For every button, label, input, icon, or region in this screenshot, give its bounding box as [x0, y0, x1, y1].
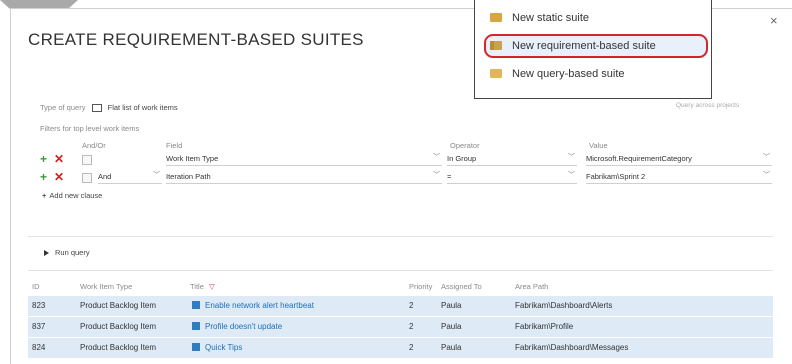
cell-type: Product Backlog Item: [80, 322, 157, 331]
value-value: Fabrikam\Sprint 2: [586, 172, 646, 181]
cell-title[interactable]: Profile doesn't update: [192, 322, 282, 331]
cell-title[interactable]: Enable network alert heartbeat: [192, 301, 314, 310]
dialog-title: CREATE REQUIREMENT-BASED SUITES: [28, 30, 364, 49]
add-clause-icon[interactable]: +: [40, 170, 47, 184]
backlog-item-icon: [192, 322, 200, 330]
backlog-item-icon: [192, 343, 200, 351]
field-value: Iteration Path: [166, 172, 211, 181]
menu-item-label: New static suite: [512, 12, 590, 24]
cell-id: 824: [32, 343, 46, 352]
col-header-assigned[interactable]: Assigned To: [441, 282, 482, 291]
menu-item-new-static-suite[interactable]: New static suite: [490, 7, 702, 29]
header-value: Value: [589, 141, 608, 150]
header-operator: Operator: [450, 141, 480, 150]
query-folder-icon: [490, 69, 502, 78]
plus-icon: +: [42, 191, 47, 200]
col-header-type[interactable]: Work Item Type: [80, 282, 132, 291]
header-and-or: And/Or: [82, 141, 106, 150]
remove-clause-icon[interactable]: ✕: [54, 170, 64, 184]
cell-assigned: Paula: [441, 301, 462, 310]
menu-item-new-requirement-based-suite[interactable]: New requirement-based suite: [490, 35, 702, 57]
query-type-value[interactable]: Flat list of work items: [108, 103, 178, 112]
cell-area: Fabrikam\Profile: [515, 322, 574, 331]
query-type-row: Type of query Flat list of work items: [40, 103, 178, 113]
add-clause-icon[interactable]: +: [40, 152, 47, 166]
folder-icon: [490, 13, 502, 22]
chevron-down-icon: ﹀: [433, 172, 440, 179]
cell-type: Product Backlog Item: [80, 301, 157, 310]
chevron-down-icon: ﹀: [568, 154, 575, 161]
cell-priority: 2: [409, 322, 414, 331]
cell-title-text: Enable network alert heartbeat: [205, 301, 314, 310]
table-row[interactable]: 823 Product Backlog Item Enable network …: [28, 296, 773, 316]
operator-select[interactable]: In Group ﹀: [447, 154, 577, 166]
table-row[interactable]: 824 Product Backlog Item Quick Tips 2 Pa…: [28, 338, 773, 358]
run-query-label: Run query: [55, 248, 90, 257]
and-or-select[interactable]: And ﹀: [98, 172, 162, 184]
flat-list-icon: [91, 104, 102, 113]
play-icon: [44, 250, 49, 257]
add-new-clause-label: Add new clause: [49, 191, 103, 200]
cell-title[interactable]: Quick Tips: [192, 343, 242, 352]
filter-icon[interactable]: ▽: [209, 282, 215, 291]
menu-item-new-query-based-suite[interactable]: New query-based suite: [490, 63, 702, 85]
field-select[interactable]: Iteration Path ﹀: [166, 172, 442, 184]
col-header-area[interactable]: Area Path: [515, 282, 548, 291]
close-icon[interactable]: ×: [770, 13, 778, 28]
value-select[interactable]: Microsoft.RequirementCategory ﹀: [586, 154, 772, 166]
requirement-folder-icon: [490, 41, 502, 50]
cell-assigned: Paula: [441, 322, 462, 331]
and-or-value: And: [98, 172, 112, 181]
value-select[interactable]: Fabrikam\Sprint 2 ﹀: [586, 172, 772, 184]
cell-id: 837: [32, 322, 46, 331]
cell-type: Product Backlog Item: [80, 343, 157, 352]
clause-checkbox[interactable]: [82, 173, 92, 183]
header-field: Field: [166, 141, 183, 150]
field-select[interactable]: Work Item Type ﹀: [166, 154, 442, 166]
chevron-down-icon: ﹀: [153, 172, 160, 179]
query-clause-2: + ✕ And ﹀ Iteration Path ﹀ = ﹀ Fabrikam\Spr…: [40, 170, 775, 184]
col-header-title[interactable]: Title: [190, 282, 204, 291]
cell-title-text: Quick Tips: [205, 343, 243, 352]
backlog-item-icon: [192, 301, 200, 309]
chevron-down-icon: ﹀: [763, 172, 770, 179]
query-clause-1: + ✕ Work Item Type ﹀ In Group ﹀ Microsoft.…: [40, 152, 775, 166]
menu-item-label: New requirement-based suite: [512, 40, 656, 52]
run-query-button[interactable]: Run query: [44, 248, 90, 257]
filters-label: Filters for top level work items: [40, 124, 140, 133]
cell-area: Fabrikam\Dashboard\Messages: [515, 343, 629, 352]
chevron-down-icon: ﹀: [568, 172, 575, 179]
remove-clause-icon[interactable]: ✕: [54, 152, 64, 166]
value-value: Microsoft.RequirementCategory: [586, 154, 692, 163]
operator-value: =: [447, 172, 452, 181]
query-across-projects-label[interactable]: Query across projects: [676, 102, 739, 109]
cell-title-text: Profile doesn't update: [205, 322, 283, 331]
chevron-down-icon: ﹀: [763, 154, 770, 161]
operator-select[interactable]: = ﹀: [447, 172, 577, 184]
field-value: Work Item Type: [166, 154, 219, 163]
cell-id: 823: [32, 301, 46, 310]
cell-area: Fabrikam\Dashboard\Alerts: [515, 301, 613, 310]
chevron-down-icon: ﹀: [433, 154, 440, 161]
col-header-priority[interactable]: Priority: [409, 282, 432, 291]
divider: [28, 236, 773, 237]
operator-value: In Group: [447, 154, 477, 163]
menu-item-label: New query-based suite: [512, 68, 625, 80]
cell-assigned: Paula: [441, 343, 462, 352]
clause-checkbox[interactable]: [82, 155, 92, 165]
cell-priority: 2: [409, 343, 414, 352]
table-row[interactable]: 837 Product Backlog Item Profile doesn't…: [28, 317, 773, 337]
divider: [28, 270, 773, 271]
query-type-label: Type of query: [40, 103, 86, 112]
col-header-id[interactable]: ID: [32, 282, 40, 291]
cell-priority: 2: [409, 301, 414, 310]
add-new-clause-link[interactable]: + Add new clause: [42, 191, 102, 200]
